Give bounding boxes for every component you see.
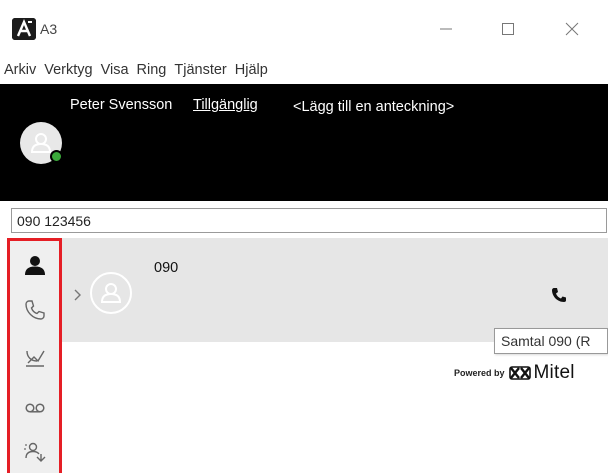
sidebar (7, 238, 62, 473)
main-content: 090 Samtal 090 (R Powered by Mitel (62, 238, 608, 473)
menu-ring[interactable]: Ring (133, 62, 171, 78)
sidebar-item-calls[interactable] (10, 290, 59, 330)
contact-number: 090 (154, 260, 179, 276)
dial-area (0, 201, 608, 237)
window-titlebar: A3 (0, 0, 608, 55)
sidebar-item-contacts[interactable] (10, 245, 59, 285)
contact-person-icon (24, 256, 45, 275)
contact-avatar (90, 272, 132, 314)
menu-visa[interactable]: Visa (97, 62, 133, 78)
voicemail-icon (24, 403, 45, 413)
maximize-button[interactable] (488, 14, 528, 44)
sidebar-item-group-redirect[interactable] (10, 433, 59, 473)
powered-by-mitel: Powered by Mitel (454, 362, 575, 384)
close-button[interactable] (552, 14, 592, 44)
menu-hjalp[interactable]: Hjälp (231, 62, 272, 78)
window-title: A3 (40, 21, 58, 37)
a3-logo-icon (12, 18, 36, 40)
menu-tjanster[interactable]: Tjänster (170, 62, 230, 78)
sidebar-item-call-log[interactable] (10, 338, 59, 378)
call-button[interactable] (548, 284, 570, 306)
phone-icon (552, 288, 566, 302)
presence-indicator (50, 150, 63, 163)
call-log-icon (25, 350, 45, 367)
sidebar-item-voicemail[interactable] (10, 388, 59, 428)
menu-arkiv[interactable]: Arkiv (0, 62, 40, 78)
close-icon (565, 22, 579, 36)
chevron-right-icon[interactable] (74, 288, 82, 306)
presence-status-link[interactable]: Tillgänglig (193, 97, 258, 113)
powered-by-label: Powered by (454, 368, 505, 378)
minimize-icon (440, 28, 452, 30)
phone-icon (24, 300, 45, 320)
mitel-wordmark: Mitel (533, 362, 575, 383)
group-redirect-icon (23, 442, 45, 462)
user-avatar-icon (100, 283, 122, 303)
call-tooltip: Samtal 090 (R (494, 328, 608, 354)
user-name: Peter Svensson (70, 97, 173, 113)
mitel-logo: Mitel (508, 362, 575, 384)
minimize-button[interactable] (426, 14, 466, 44)
dial-search-input[interactable] (11, 208, 607, 233)
maximize-icon (502, 23, 514, 35)
menu-verktyg[interactable]: Verktyg (40, 62, 96, 78)
menu-bar: Arkiv Verktyg Visa Ring Tjänster Hjälp (0, 55, 608, 84)
user-header: Peter Svensson Tillgänglig <Lägg till en… (0, 84, 608, 201)
contact-card[interactable]: 090 (62, 238, 608, 342)
mitel-logo-icon (508, 366, 531, 380)
add-note-field[interactable]: <Lägg till en anteckning> (293, 99, 454, 115)
